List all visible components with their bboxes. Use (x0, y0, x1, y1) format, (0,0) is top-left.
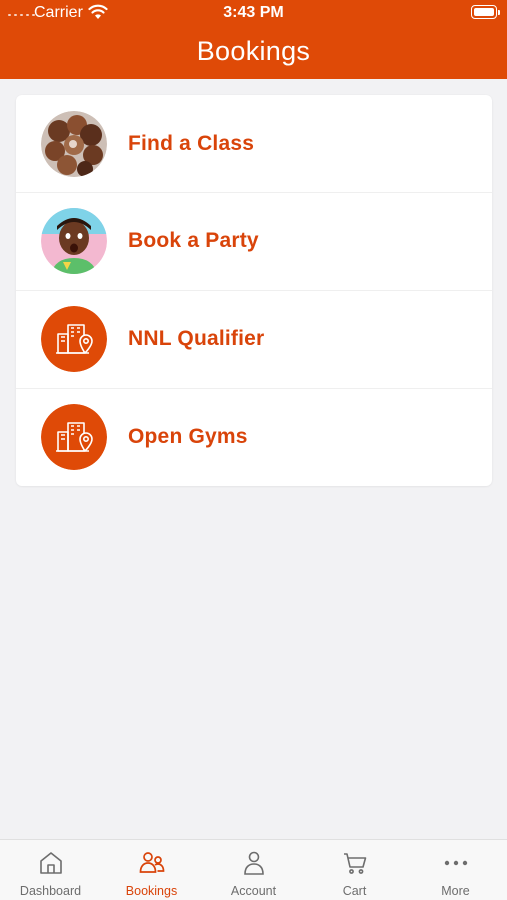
page-title: Bookings (196, 36, 311, 66)
menu-item-nnl-qualifier[interactable]: NNL Qualifier (16, 290, 492, 387)
tab-bar: Dashboard Bookings Account Cart More (0, 839, 507, 900)
tab-more[interactable]: More (405, 840, 506, 900)
status-bar: Carrier 3:43 PM (0, 0, 507, 26)
home-icon (40, 852, 62, 874)
bookings-menu-card: Find a Class Book a Party NNL Qualifier … (16, 95, 492, 486)
people-icon (139, 852, 165, 873)
tab-bookings[interactable]: Bookings (101, 840, 202, 900)
menu-item-book-a-party[interactable]: Book a Party (16, 192, 492, 289)
tab-account[interactable]: Account (203, 840, 304, 900)
cart-icon (344, 853, 367, 874)
tab-label: Bookings (125, 884, 178, 898)
more-dots-icon (444, 860, 468, 866)
menu-item-find-a-class[interactable]: Find a Class (16, 95, 492, 192)
battery-icon (471, 5, 500, 19)
tab-label: More (441, 884, 470, 898)
gym-location-icon (41, 306, 107, 372)
tab-label: Dashboard (19, 884, 82, 898)
menu-item-open-gyms[interactable]: Open Gyms (16, 388, 492, 485)
nav-header: Carrier 3:43 PM Bookings (0, 0, 507, 79)
menu-item-label: Find a Class (128, 131, 255, 155)
menu-item-label: Open Gyms (128, 425, 248, 448)
menu-item-label: Book a Party (128, 229, 259, 252)
menu-item-label: NNL Qualifier (128, 327, 265, 350)
group-photo-thumbnail (41, 110, 107, 177)
gym-location-icon (41, 404, 107, 470)
tab-dashboard[interactable]: Dashboard (0, 840, 101, 900)
tab-label: Account (230, 884, 277, 898)
child-photo-thumbnail (41, 208, 107, 274)
person-icon (244, 851, 264, 875)
tab-label: Cart (342, 884, 367, 898)
status-time: 3:43 PM (223, 4, 284, 21)
tab-cart[interactable]: Cart (304, 840, 405, 900)
